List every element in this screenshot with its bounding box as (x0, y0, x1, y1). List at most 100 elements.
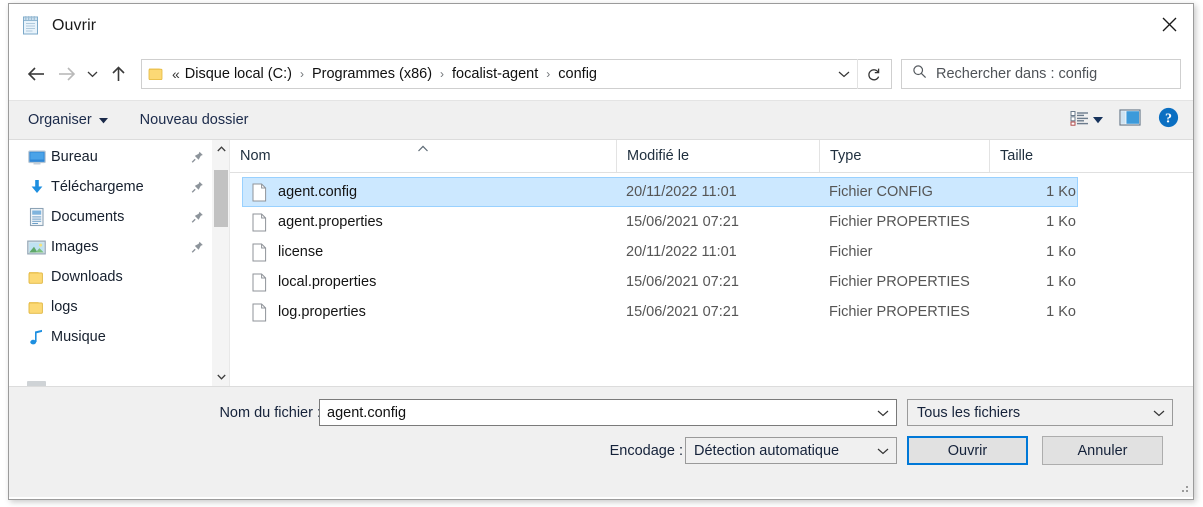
breadcrumb-separator-0[interactable]: › (300, 67, 304, 81)
cell-name: agent.config (230, 183, 616, 202)
table-row[interactable]: log.properties 15/06/2021 07:21 Fichier … (230, 297, 1193, 327)
file-icon (252, 243, 267, 262)
navigation-bar: « Disque local (C:) › Programmes (x86) ›… (9, 48, 1193, 100)
refresh-icon[interactable] (857, 59, 889, 89)
column-header-size[interactable]: Taille (989, 140, 1089, 172)
svg-text:?: ? (1165, 111, 1172, 126)
cell-modified: 15/06/2021 07:21 (626, 304, 739, 320)
breadcrumb-item-1[interactable]: Programmes (x86) (312, 66, 432, 82)
view-options-caret-down-icon (1092, 111, 1103, 129)
file-type-value: Tous les fichiers (917, 404, 1021, 421)
sidebar-item-logs[interactable]: logs (9, 292, 212, 322)
filename-value: agent.config (327, 404, 407, 421)
breadcrumb-overflow[interactable]: « (172, 66, 180, 82)
filename-chevron-down-icon[interactable] (872, 400, 894, 425)
sidebar-item-label: Downloads (51, 269, 123, 285)
pin-icon[interactable] (191, 151, 204, 164)
back-button[interactable] (21, 59, 51, 89)
open-file-dialog: Ouvrir « Disque local (C:) › Programmes … (8, 3, 1194, 500)
cell-type: Fichier PROPERTIES (829, 304, 970, 320)
cell-type: Fichier (829, 244, 873, 260)
view-options-button[interactable] (1063, 106, 1109, 134)
breadcrumb-item-3[interactable]: config (558, 66, 597, 82)
resize-grip[interactable] (1178, 483, 1190, 495)
preview-pane-button[interactable] (1113, 106, 1147, 134)
table-row[interactable]: license 20/11/2022 11:01 Fichier 1 Ko (230, 237, 1193, 267)
organize-button[interactable]: Organiser (19, 108, 117, 132)
navigation-pane: Bureau Téléchargeme Documents Images Dow… (9, 140, 230, 386)
sidebar-item-label: Bureau (51, 149, 98, 165)
pin-icon[interactable] (191, 241, 204, 254)
breadcrumb-separator-2[interactable]: › (546, 67, 550, 81)
notepad-icon (21, 15, 42, 36)
cancel-button[interactable]: Annuler (1042, 436, 1163, 465)
file-icon (252, 303, 267, 322)
cell-size: 1 Ko (1046, 244, 1076, 260)
breadcrumb-separator-1[interactable]: › (440, 67, 444, 81)
filename-row: Nom du fichier : agent.config Tous les f… (9, 399, 1193, 426)
sidebar-item-downloads[interactable]: Downloads (9, 262, 212, 292)
column-header-type[interactable]: Type (819, 140, 989, 172)
sidebar-item-label: logs (51, 299, 78, 315)
address-chevron-down-icon[interactable] (831, 61, 857, 87)
window-title: Ouvrir (52, 16, 97, 34)
organize-label: Organiser (28, 112, 92, 128)
file-type-select[interactable]: Tous les fichiers (907, 399, 1173, 426)
column-header-modified[interactable]: Modifié le (616, 140, 819, 172)
table-row[interactable]: agent.properties 15/06/2021 07:21 Fichie… (230, 207, 1193, 237)
recent-locations-chevron-down-icon[interactable] (81, 59, 103, 89)
sidebar-item-telechargements[interactable]: Téléchargeme (9, 172, 212, 202)
sidebar-item-images[interactable]: Images (9, 232, 212, 262)
sidebar-item-musique[interactable]: Musique (9, 322, 212, 352)
chevron-down-icon[interactable] (212, 368, 230, 386)
chevron-up-icon[interactable] (212, 140, 230, 158)
search-input[interactable]: Rechercher dans : config (901, 59, 1181, 89)
column-header-label: Nom (240, 147, 271, 164)
column-header-name[interactable]: Nom (230, 140, 616, 172)
address-bar[interactable]: « Disque local (C:) › Programmes (x86) ›… (141, 59, 892, 89)
sidebar-list: Bureau Téléchargeme Documents Images Dow… (9, 140, 212, 386)
scrollbar-thumb[interactable] (214, 170, 228, 227)
filename-label: Nom du fichier : (219, 404, 321, 421)
music-icon (27, 328, 46, 347)
sidebar-item-documents[interactable]: Documents (9, 202, 212, 232)
sidebar-item-label: Documents (51, 209, 125, 225)
pin-icon[interactable] (191, 181, 204, 194)
caret-up-icon (418, 140, 429, 156)
file-name: license (278, 244, 324, 260)
sidebar-item-label: Téléchargeme (51, 179, 144, 195)
column-headers: Nom Modifié le Type Taille (230, 140, 1193, 173)
up-button[interactable] (103, 59, 133, 89)
new-folder-button[interactable]: Nouveau dossier (131, 108, 258, 132)
cell-name: log.properties (230, 303, 616, 322)
forward-button[interactable] (51, 59, 81, 89)
open-button[interactable]: Ouvrir (907, 436, 1028, 465)
column-header-label: Type (830, 147, 862, 164)
pin-icon[interactable] (191, 211, 204, 224)
breadcrumb-item-0[interactable]: Disque local (C:) (185, 66, 292, 82)
column-header-label: Taille (1000, 147, 1034, 164)
sidebar-item-bureau[interactable]: Bureau (9, 142, 212, 172)
file-icon (252, 183, 267, 202)
command-toolbar: Organiser Nouveau dossier ? (9, 100, 1193, 140)
table-row[interactable]: agent.config 20/11/2022 11:01 Fichier CO… (230, 177, 1193, 207)
file-icon (252, 213, 267, 232)
table-row[interactable]: local.properties 15/06/2021 07:21 Fichie… (230, 267, 1193, 297)
close-icon[interactable] (1145, 4, 1193, 44)
sidebar-scrollbar[interactable] (212, 140, 230, 386)
cell-modified: 20/11/2022 11:01 (626, 244, 737, 260)
file-name: agent.properties (278, 214, 383, 230)
title-group: Ouvrir (21, 15, 96, 36)
filename-input[interactable]: agent.config (319, 399, 897, 426)
help-icon: ? (1158, 107, 1179, 133)
encoding-select[interactable]: Détection automatique (685, 437, 897, 464)
cell-name: agent.properties (230, 213, 616, 232)
file-icon (252, 273, 267, 292)
caret-down-icon (98, 112, 108, 128)
cell-modified: 15/06/2021 07:21 (626, 274, 739, 290)
cell-name: local.properties (230, 273, 616, 292)
file-name: local.properties (278, 274, 377, 290)
breadcrumb-item-2[interactable]: focalist-agent (452, 66, 538, 82)
cell-modified: 15/06/2021 07:21 (626, 214, 739, 230)
help-button[interactable]: ? (1151, 106, 1185, 134)
